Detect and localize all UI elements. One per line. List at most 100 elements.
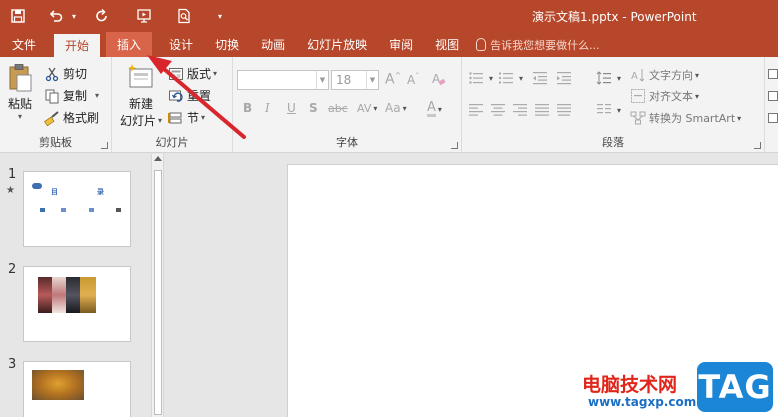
print-preview-button[interactable] (172, 4, 196, 28)
tab-design[interactable]: 设计 (158, 32, 204, 57)
format-painter-button[interactable]: 格式刷 (44, 109, 99, 126)
save-button[interactable] (6, 4, 30, 28)
bullets-button[interactable]: ▾ (468, 70, 493, 86)
align-text-dropdown-icon: ▾ (695, 91, 700, 101)
slides-group-label: 幻灯片 (155, 136, 189, 149)
tell-me-box[interactable]: 告诉我您想要做什么... (476, 32, 600, 57)
clipboard-launcher-icon[interactable] (101, 142, 108, 149)
shrink-font-icon: Aˇ (407, 72, 420, 87)
layout-icon (169, 67, 183, 80)
redo-button[interactable] (90, 4, 114, 28)
align-center-button[interactable] (490, 102, 509, 118)
font-name-dropdown-icon[interactable]: ▼ (316, 71, 328, 89)
clipboard-group: 粘贴 ▾ 剪切 复制 ▾ 格式刷 剪贴板 (0, 57, 112, 153)
convert-smartart-button[interactable]: 转换为 SmartArt ▾ (630, 110, 741, 126)
slide-thumbnail-1[interactable]: 目 录 (23, 171, 131, 247)
tab-file[interactable]: 文件 (0, 32, 48, 57)
text-direction-button[interactable]: A 文字方向 ▾ (630, 67, 699, 83)
scroll-up-arrow-icon[interactable] (154, 156, 162, 161)
font-name-combo[interactable]: ▼ (237, 70, 329, 90)
tab-view[interactable]: 视图 (424, 32, 470, 57)
font-color-label: A (427, 100, 436, 117)
layout-button[interactable]: 版式 ▾ (168, 65, 217, 82)
slide3-image (32, 370, 84, 400)
new-slide-button[interactable]: 新建 幻灯片 ▾ (118, 63, 164, 129)
justify-button[interactable] (534, 102, 553, 118)
columns-button[interactable]: ▾ (596, 102, 621, 118)
tab-transitions[interactable]: 切换 (204, 32, 250, 57)
paragraph-launcher-icon[interactable] (754, 142, 761, 149)
tab-slideshow[interactable]: 幻灯片放映 (296, 32, 378, 57)
tab-insert[interactable]: 插入 (106, 32, 153, 57)
text-direction-label: 文字方向 (649, 69, 693, 82)
tab-review[interactable]: 审阅 (378, 32, 424, 57)
align-text-button[interactable]: 对齐文本 ▾ (630, 88, 699, 104)
scroll-thumb[interactable] (154, 170, 162, 415)
shape-arrow-icon[interactable] (768, 113, 778, 123)
clear-formatting-button[interactable]: A (431, 71, 450, 87)
slide1-item-2 (61, 208, 66, 212)
shape-textbox-icon[interactable] (768, 69, 778, 79)
window-title: 演示文稿1.pptx - PowerPoint (532, 10, 697, 24)
slide-thumbnail-3[interactable] (23, 361, 131, 417)
bold-button[interactable]: B (243, 101, 252, 115)
align-left-icon (469, 104, 483, 116)
decrease-font-button[interactable]: Aˇ (407, 72, 419, 87)
underline-button[interactable]: U (287, 101, 296, 115)
font-size-dropdown-icon[interactable]: ▼ (366, 71, 378, 89)
section-button[interactable]: 节 ▾ (168, 109, 205, 126)
italic-button[interactable]: I (265, 101, 270, 115)
numbering-button[interactable]: ▾ (498, 70, 523, 86)
new-slide-icon (128, 64, 153, 88)
new-slide-label-line2: 幻灯片 (119, 114, 156, 128)
align-left-button[interactable] (468, 102, 487, 118)
cut-button[interactable]: 剪切 (44, 65, 87, 82)
distributed-button[interactable] (556, 102, 575, 118)
align-text-icon (631, 89, 645, 103)
slide1-title-char-1: 目 (51, 188, 58, 196)
line-spacing-icon (596, 71, 611, 85)
align-right-icon (513, 104, 527, 116)
increase-indent-button[interactable] (556, 70, 575, 86)
align-right-button[interactable] (512, 102, 531, 118)
shape-rect-icon[interactable] (768, 91, 778, 101)
undo-dropdown[interactable]: ▾ (68, 4, 80, 28)
slide-thumbnail-2[interactable] (23, 266, 131, 342)
tell-me-placeholder: 告诉我您想要做什么... (490, 38, 600, 52)
save-icon (11, 9, 25, 23)
font-size-value: 18 (336, 73, 352, 87)
cut-label: 剪切 (63, 67, 88, 81)
bullets-icon (469, 72, 483, 84)
tab-home[interactable]: 开始 (54, 34, 101, 57)
thumbnail-scrollbar[interactable] (151, 154, 164, 417)
slide1-item-1 (40, 208, 45, 212)
section-dropdown-icon: ▾ (201, 113, 206, 122)
print-preview-icon (178, 8, 190, 24)
slide1-shape (32, 183, 42, 189)
reset-button[interactable]: 重置 (168, 87, 211, 104)
character-spacing-button[interactable]: AV ▾ (357, 102, 377, 115)
shadow-button[interactable]: S (309, 101, 318, 115)
decrease-indent-button[interactable] (532, 70, 551, 86)
line-spacing-button[interactable]: ▾ (596, 70, 621, 86)
tab-animations[interactable]: 动画 (250, 32, 296, 57)
drawing-group-partial (765, 57, 778, 153)
paste-button[interactable]: 粘贴 ▾ (4, 63, 36, 121)
strikethrough-button[interactable]: abc (328, 102, 348, 115)
font-launcher-icon[interactable] (451, 142, 458, 149)
copy-dropdown-icon: ▾ (95, 91, 100, 100)
font-size-combo[interactable]: 18 ▼ (331, 70, 379, 90)
customize-qat-button[interactable]: ▾ (214, 4, 226, 28)
bullets-dropdown-icon: ▾ (489, 73, 494, 83)
paintbrush-icon (44, 110, 59, 126)
increase-font-button[interactable]: A^ (385, 71, 401, 88)
font-color-button[interactable]: A ▾ (427, 101, 442, 117)
scissors-icon (45, 67, 59, 81)
distributed-icon (557, 104, 571, 116)
change-case-button[interactable]: Aa ▾ (385, 101, 407, 115)
copy-button[interactable]: 复制 ▾ (44, 87, 99, 104)
undo-button[interactable] (44, 4, 68, 28)
character-spacing-label: AV (357, 102, 372, 115)
svg-text:A: A (631, 71, 638, 82)
start-from-beginning-button[interactable] (132, 4, 156, 28)
